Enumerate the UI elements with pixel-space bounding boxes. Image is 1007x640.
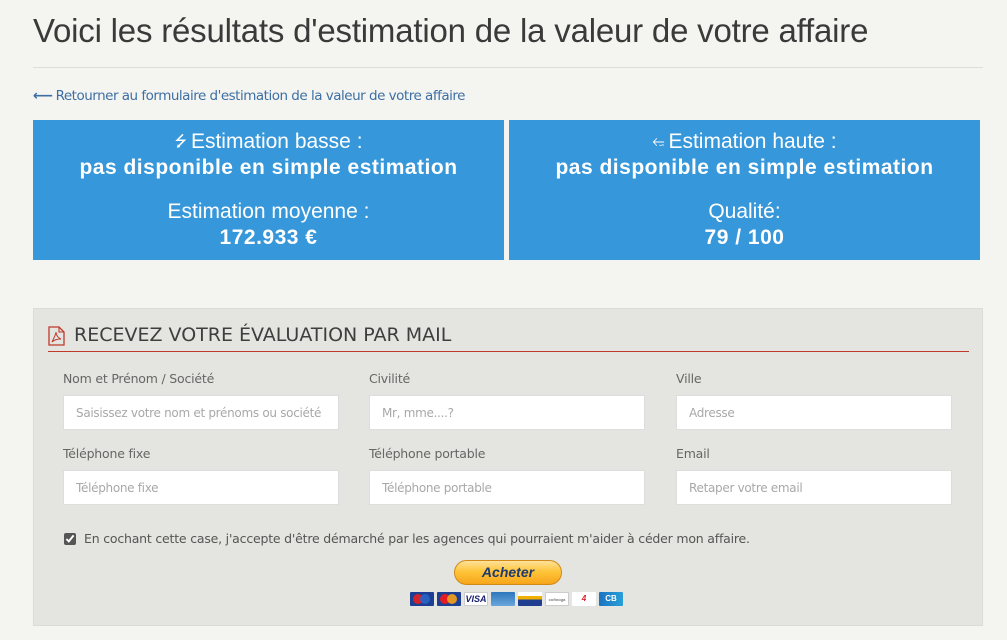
civility-label: Civilité bbox=[369, 371, 411, 386]
estimate-low-label: Estimation basse : bbox=[190, 130, 363, 153]
estimate-high-value: pas disponible en simple estimation bbox=[555, 156, 934, 179]
civility-input[interactable] bbox=[369, 395, 645, 430]
mobile-input[interactable] bbox=[369, 470, 645, 505]
long-arrow-left-icon: ⟵ bbox=[33, 88, 53, 104]
quality-label: Qualité: bbox=[708, 200, 781, 223]
back-link-label: Retourner au formulaire d'estimation de … bbox=[55, 88, 466, 104]
consent-checkbox[interactable] bbox=[64, 532, 76, 545]
cb-card-icon: CB bbox=[599, 592, 623, 606]
estimate-low-average-box: ⭍ Estimation basse : pas disponible en si… bbox=[33, 120, 504, 260]
city-input[interactable] bbox=[676, 395, 952, 430]
double-chevron-up-icon: ⭋ bbox=[652, 133, 665, 150]
mail-evaluation-panel: RECEVEZ VOTRE ÉVALUATION PAR MAIL Nom et… bbox=[33, 308, 983, 626]
estimate-high-quality-box: ⭋ Estimation haute : pas disponible en si… bbox=[509, 120, 980, 260]
name-input[interactable] bbox=[63, 395, 339, 430]
pdf-file-icon bbox=[48, 326, 65, 346]
quality-value: 79 / 100 bbox=[704, 226, 785, 249]
estimate-average-label: Estimation moyenne : bbox=[167, 200, 370, 223]
title-divider bbox=[33, 67, 983, 68]
estimate-high-label: Estimation haute : bbox=[668, 130, 837, 153]
landline-input[interactable] bbox=[63, 470, 339, 505]
consent-row: En cochant cette case, j'accepte d'être … bbox=[64, 531, 750, 546]
paypal-buy-button[interactable]: Acheter bbox=[454, 560, 562, 585]
maestro-card-icon bbox=[410, 592, 434, 606]
mobile-label: Téléphone portable bbox=[369, 446, 486, 461]
mastercard-card-icon bbox=[437, 592, 461, 606]
estimate-high-heading: ⭋ Estimation haute : bbox=[509, 130, 980, 154]
aurore-card-icon bbox=[518, 592, 542, 606]
payment-cards: VISA cofinoga 4 CB bbox=[410, 592, 623, 606]
cofinoga-card-icon: cofinoga bbox=[545, 592, 569, 606]
consent-text: En cochant cette case, j'accepte d'être … bbox=[84, 531, 750, 546]
visa-card-icon: VISA bbox=[464, 592, 488, 606]
page-title: Voici les résultats d'estimation de la v… bbox=[33, 12, 869, 49]
4-etoiles-card-icon: 4 bbox=[572, 592, 596, 606]
landline-label: Téléphone fixe bbox=[63, 446, 151, 461]
name-label: Nom et Prénom / Société bbox=[63, 371, 215, 386]
city-label: Ville bbox=[676, 371, 702, 386]
email-input[interactable] bbox=[676, 470, 952, 505]
estimate-low-value: pas disponible en simple estimation bbox=[79, 156, 458, 179]
mail-panel-header: RECEVEZ VOTRE ÉVALUATION PAR MAIL bbox=[48, 323, 969, 352]
back-to-form-link[interactable]: ⟵ Retourner au formulaire d'estimation d… bbox=[33, 88, 465, 104]
amex-card-icon bbox=[491, 592, 515, 606]
double-chevron-down-icon: ⭍ bbox=[174, 133, 187, 150]
estimate-low-heading: ⭍ Estimation basse : bbox=[33, 130, 504, 156]
estimate-average-value: 172.933 € bbox=[219, 226, 318, 249]
email-label: Email bbox=[676, 446, 710, 461]
mail-panel-title: RECEVEZ VOTRE ÉVALUATION PAR MAIL bbox=[74, 324, 452, 346]
